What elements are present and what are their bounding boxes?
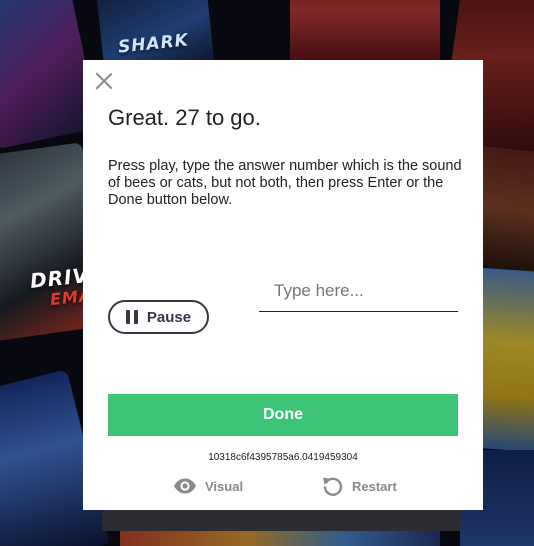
restart-icon [323, 477, 343, 496]
visual-challenge-button[interactable]: Visual [173, 474, 243, 498]
eye-icon [174, 478, 196, 494]
audio-challenge-dialog: Great. 27 to go. Press play, type the an… [83, 60, 483, 510]
pause-icon [125, 310, 138, 324]
pause-button[interactable]: Pause [108, 300, 209, 334]
visual-label: Visual [205, 478, 244, 494]
answer-input[interactable] [259, 270, 458, 312]
done-button[interactable]: Done [108, 394, 458, 436]
challenge-instructions: Press play, type the answer number which… [108, 158, 462, 208]
close-icon[interactable] [93, 70, 115, 92]
challenge-title: Great. 27 to go. [108, 105, 261, 130]
session-id: 10318c6f4395785a6.0419459304 [208, 452, 358, 463]
game-page-background: SHARK DRIV EMA Great. 27 to go. Press pl… [0, 0, 534, 546]
pause-label: Pause [146, 308, 192, 326]
restart-button[interactable]: Restart [320, 474, 397, 498]
restart-label: Restart [352, 478, 397, 494]
